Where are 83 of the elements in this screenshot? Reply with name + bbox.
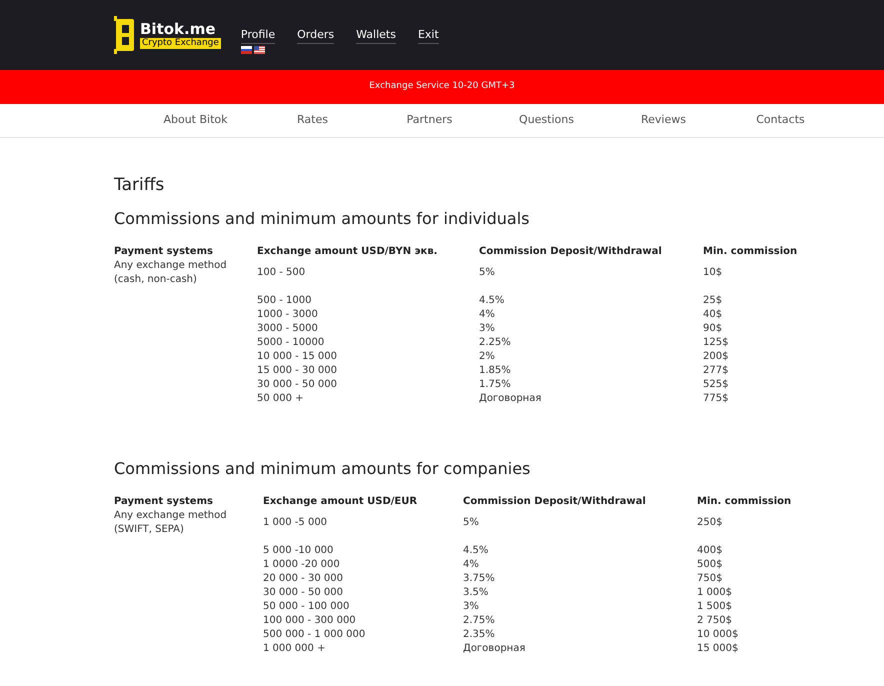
table-cell-text: 25$ [703, 294, 724, 308]
table-cell-text: 400$ [697, 544, 724, 558]
section-title: Commissions and minimum amounts for companies [114, 458, 532, 480]
table-cell-text: Договорная [463, 642, 526, 656]
table-cell-text: 277$ [703, 364, 730, 378]
column-header: Min. commission [703, 245, 798, 259]
table-cell-text: 775$ [703, 392, 730, 406]
table-cell-text: 3.75% [463, 572, 496, 586]
table-cell: 1 0000 -20 000 [263, 558, 463, 572]
table-cell-text: 3000 - 5000 [257, 322, 319, 336]
table-cell-text: 30 000 - 50 000 [263, 586, 344, 600]
table-cell-text: 100 000 - 300 000 [263, 614, 357, 628]
us-flag-icon[interactable] [254, 46, 265, 54]
menu-link[interactable]: Profile [240, 26, 276, 44]
table-cell-text: 525$ [703, 378, 730, 392]
table-cell-text: 15 000 - 30 000 [257, 364, 338, 378]
menu-link[interactable]: Orders [297, 26, 334, 44]
table-cell-text: 2 750$ [697, 614, 733, 628]
logo-name: Bitok.me [140, 21, 216, 38]
table-cell: 4.5% [463, 544, 697, 558]
nav-link[interactable]: Partners [371, 112, 488, 129]
table-cell-text: 2.35% [463, 628, 496, 642]
column-header: Payment systems [114, 245, 214, 259]
payment-method-cell-text: Any exchange method (SWIFT, SEPA) [114, 509, 228, 537]
column-header: Commission Deposit/Withdrawal [479, 245, 663, 259]
table-cell-text: 4% [463, 558, 480, 572]
table-cell: 50 000 + [257, 392, 479, 406]
table-cell-text: 500 000 - 1 000 000 [263, 628, 366, 642]
russian-flag-icon[interactable] [240, 46, 252, 54]
menu-link[interactable]: Wallets [356, 26, 396, 44]
table-cell-text: Договорная [479, 392, 542, 406]
table-cell: 500 - 1000 [257, 294, 479, 308]
table-cell-text: 5% [463, 516, 480, 530]
table-cell-text: 125$ [703, 336, 730, 350]
table-cell-text: 20 000 - 30 000 [263, 572, 344, 586]
table-cell-text: 10$ [703, 266, 724, 280]
table-cell: 4% [479, 308, 703, 322]
table-cell-text: 10 000$ [697, 628, 740, 642]
nav-link[interactable]: Reviews [605, 112, 722, 129]
table-cell-text: 250$ [697, 516, 724, 530]
column-header: Exchange amount USD/BYN экв. [257, 245, 438, 259]
table-cell-text: 3% [463, 600, 480, 614]
table-cell-text: 4.5% [479, 294, 506, 308]
section-title: Commissions and minimum amounts for individuals [114, 208, 530, 230]
table-cell-text: 90$ [703, 322, 724, 336]
table-cell-text: 50 000 - 100 000 [263, 600, 350, 614]
table-cell-text: 200$ [703, 350, 730, 364]
table-cell-text: 3% [479, 322, 496, 336]
table-cell-text: 100 - 500 [257, 266, 306, 280]
table-cell-text: 40$ [703, 308, 724, 322]
table-cell-text: 750$ [697, 572, 724, 586]
banner-text: Exchange Service 10-20 GMT+3 [369, 80, 515, 94]
table-cell: 1 000 000 + [263, 642, 463, 656]
table-cell-text: 5% [479, 266, 496, 280]
table-cell-text: 1 000 -5 000 [263, 516, 328, 530]
table-cell-text: 500$ [697, 558, 724, 572]
table-cell-text: 1.85% [479, 364, 512, 378]
payment-method-cell-text: Any exchange method (cash, non-cash) [114, 259, 228, 287]
logo-icon [114, 16, 136, 54]
page-title: Tariffs [114, 174, 166, 196]
nav-link[interactable]: Contacts [722, 112, 839, 129]
nav-link[interactable]: Questions [488, 112, 605, 129]
table-cell-text: 1 500$ [697, 600, 733, 614]
nav-link[interactable]: About Bitok [137, 112, 254, 129]
column-header: Commission Deposit/Withdrawal [463, 495, 647, 509]
table-cell-text: 15 000$ [697, 642, 740, 656]
table-cell: 5 000 -10 000 [263, 544, 463, 558]
column-header: Payment systems [114, 495, 214, 509]
column-header: Exchange amount USD/EUR [263, 495, 418, 509]
table-cell-text: 2.75% [463, 614, 496, 628]
table-cell-text: 1 000$ [697, 586, 733, 600]
nav-link[interactable]: Rates [254, 112, 371, 129]
table-cell-text: 30 000 - 50 000 [257, 378, 338, 392]
menu-link[interactable]: Exit [418, 26, 439, 44]
table-cell-text: 5000 - 10000 [257, 336, 326, 350]
table-cell-text: 2% [479, 350, 496, 364]
table-cell-text: 2.25% [479, 336, 512, 350]
table-cell-text: 10 000 - 15 000 [257, 350, 338, 364]
table-cell-text: 3.5% [463, 586, 490, 600]
column-header: Min. commission [697, 495, 792, 509]
logo-tagline: Crypto Exchange [140, 38, 221, 49]
table-cell-text: 1.75% [479, 378, 512, 392]
table-cell: 1000 - 3000 [257, 308, 479, 322]
